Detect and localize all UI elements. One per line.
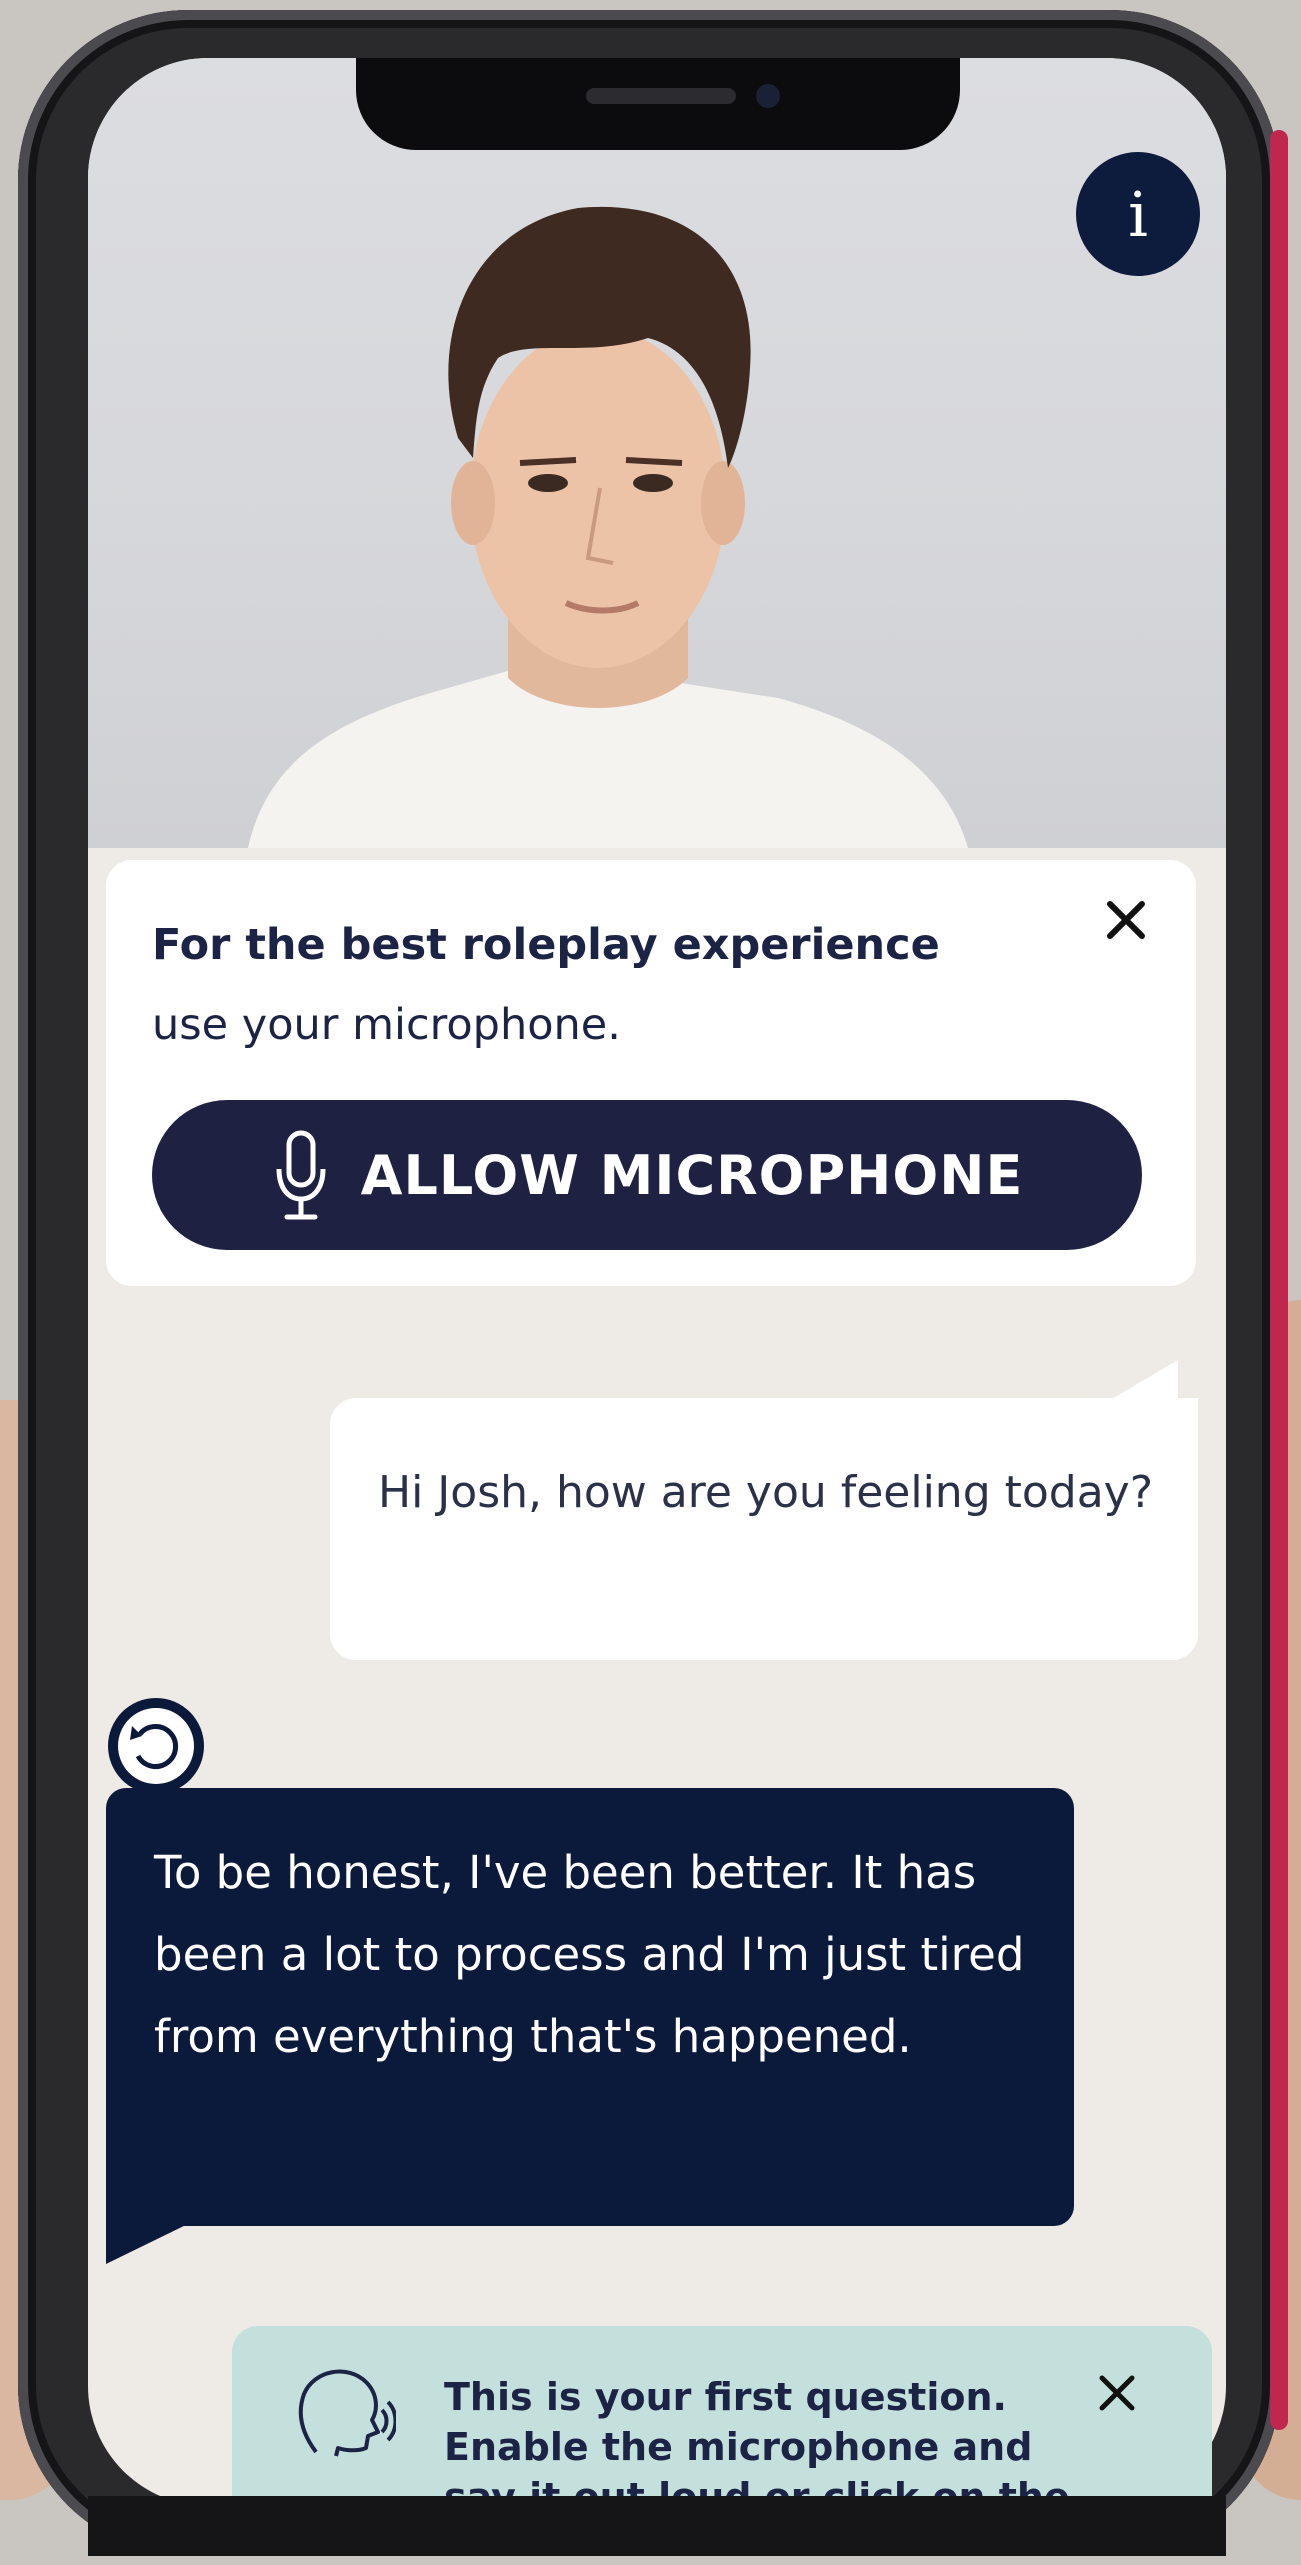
close-icon[interactable] [1090, 2366, 1144, 2420]
speaking-head-icon [298, 2369, 396, 2457]
info-button[interactable]: i [1076, 152, 1200, 276]
earpiece-speaker [586, 88, 736, 104]
replay-icon[interactable] [106, 1696, 206, 1796]
allow-microphone-button[interactable]: ALLOW MICROPHONE [152, 1100, 1142, 1250]
microphone-icon [276, 1130, 326, 1220]
microphone-prompt-subtitle: use your microphone. [152, 1000, 621, 1050]
front-camera [756, 84, 780, 108]
phone-notch [356, 58, 960, 150]
microphone-prompt-title: For the best roleplay experience [152, 920, 940, 970]
character-portrait [88, 58, 1226, 848]
phone-edge [1270, 130, 1288, 2430]
phone-bottom-bezel [88, 2496, 1226, 2556]
portrait-illustration [248, 206, 968, 848]
close-icon[interactable] [1096, 890, 1156, 950]
user-bubble-tail [1110, 1360, 1178, 1400]
character-bubble-tail [106, 2222, 192, 2264]
allow-microphone-label: ALLOW MICROPHONE [360, 1143, 1024, 1207]
user-message-text: Hi Josh, how are you feeling today? [378, 1467, 1154, 1518]
first-question-hint-text: This is your first question. Enable the … [444, 2375, 1070, 2496]
character-message-text: To be honest, I've been better. It has b… [154, 1846, 1025, 2063]
